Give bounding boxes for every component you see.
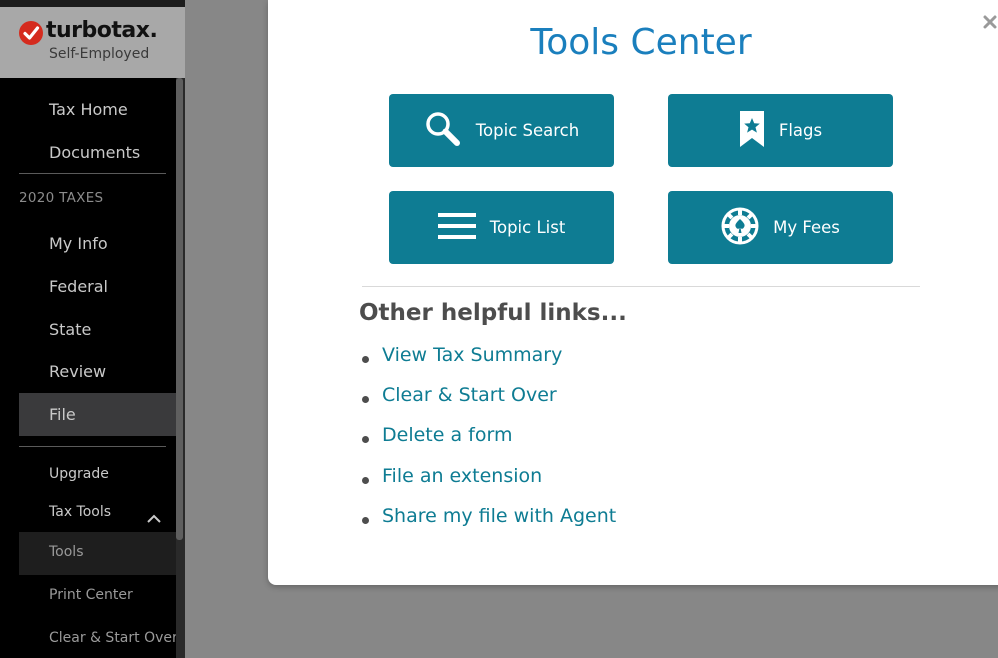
sidebar-item-documents[interactable]: Documents (49, 143, 140, 162)
chevron-up-icon[interactable] (146, 510, 162, 529)
sidebar-item-file[interactable]: File (49, 405, 76, 424)
sidebar-section-label: 2020 TAXES (19, 190, 104, 206)
file-an-extension-link[interactable]: File an extension (382, 465, 542, 487)
bullet (362, 436, 369, 443)
sidebar-item-upgrade[interactable]: Upgrade (49, 466, 109, 482)
bullet (362, 396, 369, 403)
logo-area: turbotax. Self-Employed (0, 0, 185, 78)
sidebar-item-tax-home[interactable]: Tax Home (49, 100, 128, 119)
topic-list-button[interactable]: Topic List (389, 191, 614, 264)
modal-title: Tools Center (530, 22, 752, 63)
bullet (362, 477, 369, 484)
sidebar-divider (19, 446, 166, 447)
my-fees-button[interactable]: My Fees (668, 191, 893, 264)
sidebar-item-tools-highlight (19, 532, 185, 575)
sidebar-scroll-thumb[interactable] (176, 78, 183, 540)
sidebar-item-tax-tools[interactable]: Tax Tools (49, 504, 111, 520)
brand-name[interactable]: turbotax. (46, 18, 158, 43)
search-icon (424, 110, 462, 152)
logo-top-bar (0, 0, 185, 7)
menu-icon (437, 212, 476, 244)
tools-center-modal (268, 0, 998, 585)
checkmark-logo-icon (19, 21, 43, 45)
view-tax-summary-link[interactable]: View Tax Summary (382, 344, 562, 366)
sidebar-item-tools[interactable]: Tools (49, 544, 84, 560)
sidebar: turbotax. Self-Employed Tax Home Documen… (0, 0, 185, 658)
bookmark-star-icon (739, 110, 765, 152)
fees-chip-icon (721, 207, 759, 249)
other-links-heading: Other helpful links... (359, 300, 627, 326)
delete-a-form-link[interactable]: Delete a form (382, 424, 512, 446)
topic-search-button[interactable]: Topic Search (389, 94, 614, 167)
bullet (362, 356, 369, 363)
flags-label: Flags (778, 121, 823, 140)
sidebar-item-my-info[interactable]: My Info (49, 234, 108, 253)
modal-divider (362, 286, 920, 287)
sidebar-item-print-center[interactable]: Print Center (49, 587, 133, 603)
my-fees-label: My Fees (773, 218, 840, 237)
clear-start-over-link[interactable]: Clear & Start Over (382, 384, 557, 406)
brand-edition: Self-Employed (49, 46, 150, 62)
sidebar-item-file-highlight (19, 393, 185, 436)
sidebar-item-state[interactable]: State (49, 320, 91, 339)
sidebar-item-federal[interactable]: Federal (49, 277, 108, 296)
share-file-with-agent-link[interactable]: Share my file with Agent (382, 505, 616, 527)
bullet (362, 517, 369, 524)
sidebar-item-review[interactable]: Review (49, 362, 106, 381)
flags-button[interactable]: Flags (668, 94, 893, 167)
sidebar-divider (19, 173, 166, 174)
sidebar-item-clear-start-over[interactable]: Clear & Start Over (49, 630, 178, 646)
topic-list-label: Topic List (489, 218, 566, 237)
topic-search-label: Topic Search (475, 121, 580, 140)
